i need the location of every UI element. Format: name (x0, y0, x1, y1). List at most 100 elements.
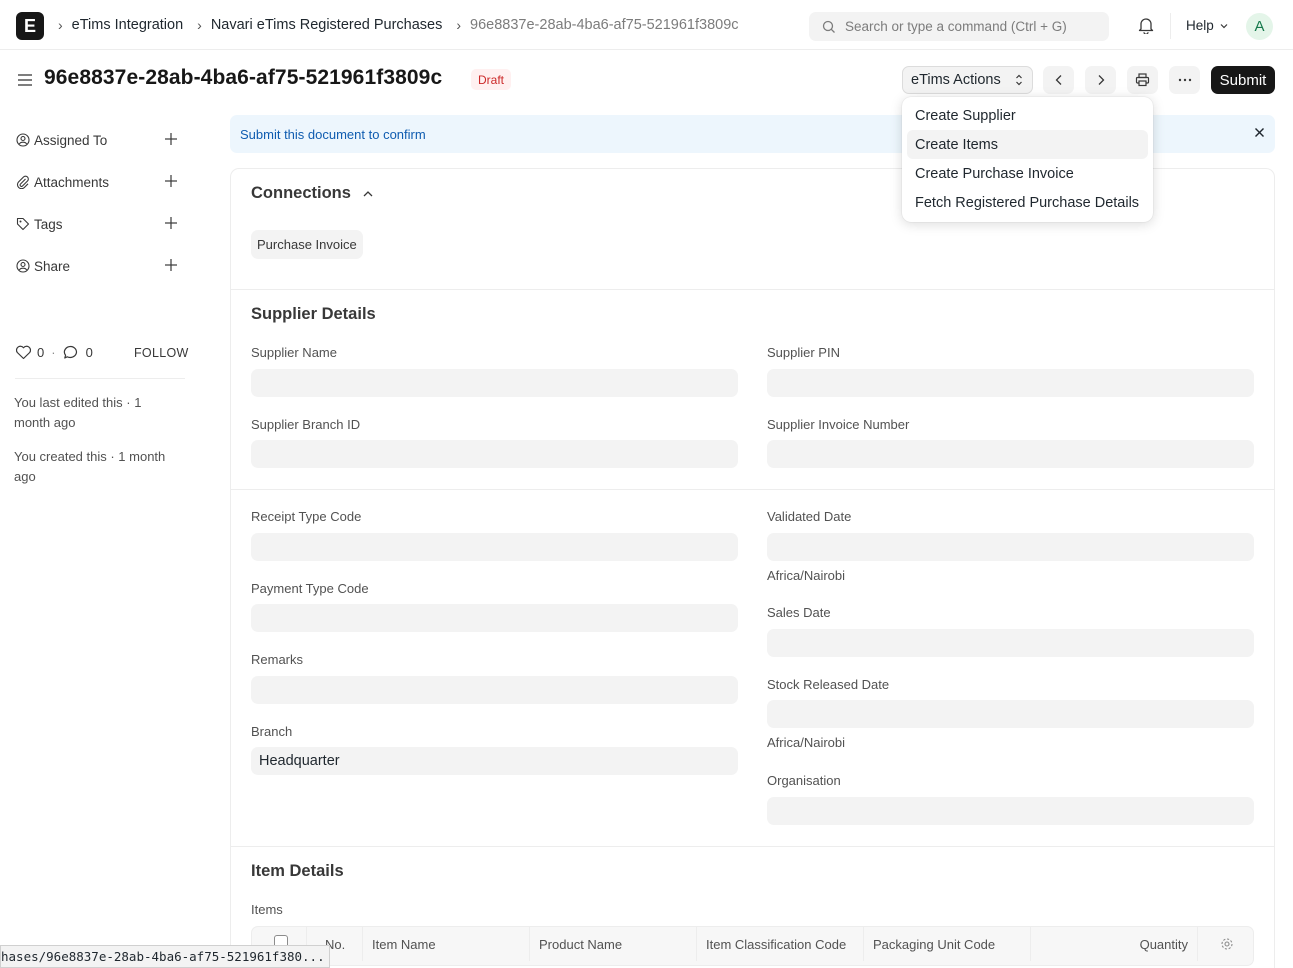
section-title: Connections (251, 184, 351, 202)
breadcrumb-module[interactable]: eTims Integration (72, 17, 183, 33)
section-title: Supplier Details (251, 305, 376, 323)
field-label: Organisation (767, 773, 841, 788)
last-edited-note: You last edited this · 1 month ago (14, 395, 142, 430)
supplier-name-field[interactable] (251, 369, 738, 397)
field-label: Supplier Name (251, 345, 337, 360)
share-icon (16, 259, 30, 273)
comment-count: 0 (85, 345, 93, 360)
created-note: You created this · 1 month ago (14, 449, 166, 484)
field-label: Supplier PIN (767, 345, 840, 360)
field-label: Payment Type Code (251, 581, 369, 596)
field-label: Validated Date (767, 509, 852, 524)
column-header: Item Classification Code (697, 927, 864, 961)
section-title: Item Details (251, 862, 344, 880)
app-logo[interactable]: E (16, 12, 44, 40)
sidebar-item-attachments[interactable]: Attachments (16, 172, 184, 192)
assign-icon (16, 133, 30, 147)
connections-header[interactable]: Connections (251, 184, 374, 203)
column-settings[interactable] (1198, 927, 1253, 961)
etims-actions-label: eTims Actions (911, 72, 1001, 88)
alert-message: Submit this document to confirm (240, 126, 426, 142)
sidebar-item-label: Attachments (34, 174, 110, 190)
comment-icon[interactable] (63, 345, 79, 360)
breadcrumb: › eTims Integration › Navari eTims Regis… (58, 0, 753, 50)
print-button[interactable] (1127, 66, 1158, 94)
field-label: Supplier Invoice Number (767, 417, 910, 432)
close-icon[interactable] (1254, 127, 1265, 138)
user-avatar[interactable]: A (1246, 13, 1273, 40)
field-label: Receipt Type Code (251, 509, 362, 524)
next-doc-button[interactable] (1085, 66, 1116, 94)
status-badge: Draft (471, 69, 512, 90)
help-label: Help (1186, 18, 1214, 33)
menu-item-create-items[interactable]: Create Items (907, 130, 1148, 159)
section-divider (231, 289, 1274, 290)
chevron-right-icon: › (456, 17, 462, 33)
column-header: Item Name (363, 927, 530, 961)
select-arrows-icon (1016, 74, 1022, 86)
etims-actions-menu: Create Supplier Create Items Create Purc… (902, 97, 1153, 222)
branch-field[interactable]: Headquarter (251, 747, 738, 775)
dot-separator: · (51, 345, 56, 360)
column-header: Quantity (1031, 927, 1198, 961)
sidebar-toggle-icon[interactable] (17, 72, 33, 88)
supplier-pin-field[interactable] (767, 369, 1254, 397)
supplier-invoice-number-field[interactable] (767, 440, 1254, 468)
menu-item-create-supplier[interactable]: Create Supplier (907, 101, 1148, 130)
gear-icon (1220, 938, 1233, 950)
column-header: Packaging Unit Code (864, 927, 1031, 961)
field-label: Stock Released Date (767, 677, 890, 692)
sidebar-item-tags[interactable]: Tags (16, 214, 184, 234)
plus-icon[interactable] (164, 174, 178, 188)
plus-icon[interactable] (164, 258, 178, 272)
like-count: 0 (37, 345, 45, 360)
breadcrumb-document[interactable]: 96e8837e-28ab-4ba6-af75-521961f3809c (470, 17, 738, 33)
plus-icon[interactable] (164, 132, 178, 146)
stock-released-date-field[interactable] (767, 700, 1254, 728)
etims-actions-button[interactable]: eTims Actions (902, 66, 1033, 94)
sales-date-field[interactable] (767, 629, 1254, 657)
search-placeholder: Search or type a command (Ctrl + G) (845, 19, 1067, 34)
submit-button[interactable]: Submit (1211, 66, 1275, 94)
bell-icon[interactable] (1138, 17, 1154, 34)
form-card: Connections Purchase Invoice Supplier De… (230, 168, 1275, 968)
sidebar-item-label: Assigned To (34, 132, 108, 148)
paperclip-icon (16, 175, 29, 189)
previous-doc-button[interactable] (1043, 66, 1074, 94)
plus-icon[interactable] (164, 216, 178, 230)
validated-date-field[interactable] (767, 533, 1254, 561)
field-label: Remarks (251, 652, 304, 667)
help-dropdown[interactable]: Help (1186, 18, 1229, 33)
field-label: Sales Date (767, 605, 831, 620)
menu-item-fetch-registered-purchase-details[interactable]: Fetch Registered Purchase Details (907, 188, 1148, 217)
search-bar[interactable]: Search or type a command (Ctrl + G) (809, 12, 1109, 41)
more-menu-button[interactable] (1169, 66, 1200, 94)
receipt-type-code-field[interactable] (251, 533, 738, 561)
menu-item-create-purchase-invoice[interactable]: Create Purchase Invoice (907, 159, 1148, 188)
chevron-up-icon (363, 190, 372, 197)
sidebar-item-assigned-to[interactable]: Assigned To (16, 130, 184, 150)
timezone-note: Africa/Nairobi (767, 568, 846, 583)
chevron-right-icon (1098, 75, 1104, 85)
field-label: Branch (251, 724, 293, 739)
sidebar-divider (15, 378, 185, 379)
breadcrumb-doctype[interactable]: Navari eTims Registered Purchases (211, 17, 443, 33)
connection-link-purchase-invoice[interactable]: Purchase Invoice (251, 230, 363, 259)
supplier-branch-id-field[interactable] (251, 440, 738, 468)
section-divider (231, 846, 1274, 847)
column-header: Product Name (530, 927, 697, 961)
organisation-field[interactable] (767, 797, 1254, 825)
chevron-left-icon (1055, 75, 1061, 85)
field-label: Items (251, 902, 283, 917)
remarks-field[interactable] (251, 676, 738, 704)
heart-icon[interactable] (15, 345, 32, 360)
search-icon (822, 20, 835, 33)
section-divider (231, 489, 1274, 490)
payment-type-code-field[interactable] (251, 604, 738, 632)
sidebar-item-share[interactable]: Share (16, 256, 184, 276)
timezone-note: Africa/Nairobi (767, 735, 846, 750)
follow-button[interactable]: FOLLOW (134, 346, 189, 360)
navbar-divider (1170, 13, 1171, 39)
chevron-right-icon: › (58, 17, 63, 33)
items-table: No. Item Name Product Name Item Classifi… (251, 926, 1254, 966)
